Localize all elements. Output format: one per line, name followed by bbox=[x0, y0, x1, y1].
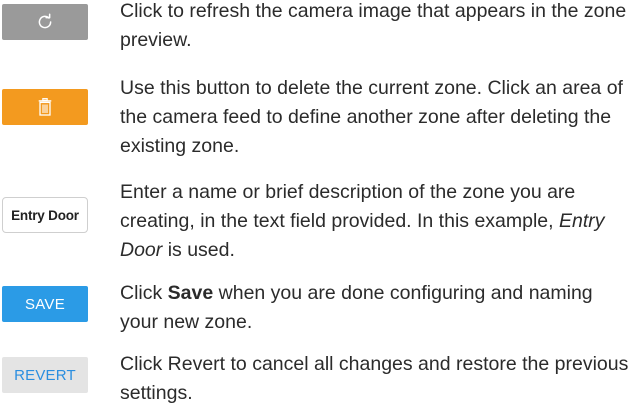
save-button[interactable]: SAVE bbox=[2, 286, 88, 322]
refresh-icon bbox=[36, 13, 54, 31]
row-delete: Use this button to delete the current zo… bbox=[0, 70, 637, 160]
refresh-description: Click to refresh the camera image that a… bbox=[120, 0, 627, 51]
delete-zone-button[interactable] bbox=[2, 89, 88, 125]
zone-name-description-pre: Enter a name or brief description of the… bbox=[120, 181, 576, 232]
refresh-button[interactable] bbox=[2, 4, 88, 40]
row-zone-name: Entry Door Enter a name or brief descrip… bbox=[0, 176, 637, 266]
trash-icon bbox=[38, 98, 52, 116]
row-refresh: Click to refresh the camera image that a… bbox=[0, 0, 637, 62]
delete-description: Use this button to delete the current zo… bbox=[120, 77, 623, 157]
revert-button[interactable]: REVERT bbox=[2, 357, 88, 393]
row-save: SAVE Click Save when you are done config… bbox=[0, 277, 637, 339]
save-description-strong: Save bbox=[167, 282, 214, 304]
row-revert: REVERT Click Revert to cancel all change… bbox=[0, 348, 637, 410]
save-description-pre: Click bbox=[120, 282, 168, 304]
save-description: Click Save when you are done configuring… bbox=[120, 279, 632, 337]
zone-name-description: Enter a name or brief description of the… bbox=[120, 178, 632, 265]
zone-name-field[interactable]: Entry Door bbox=[2, 197, 88, 233]
zone-name-description-post: is used. bbox=[162, 239, 235, 261]
revert-description: Click Revert to cancel all changes and r… bbox=[120, 353, 629, 404]
